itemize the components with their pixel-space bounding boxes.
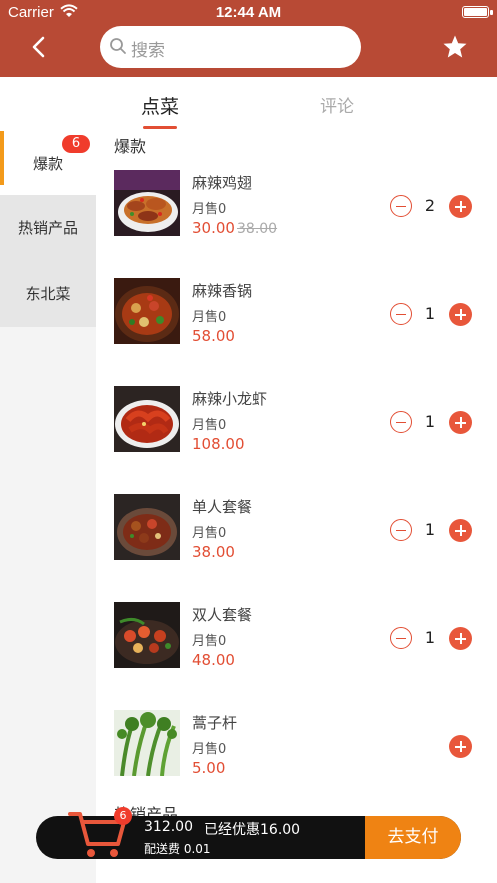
decrease-quantity-button[interactable]	[390, 519, 412, 541]
decrease-quantity-button[interactable]	[390, 303, 412, 325]
dish-photo	[114, 278, 180, 344]
cart-total: 312.00	[144, 819, 193, 835]
decrease-quantity-button[interactable]	[390, 411, 412, 433]
sidebar-item-hot[interactable]: 爆款 6	[0, 131, 96, 195]
checkout-button[interactable]: 去支付	[365, 816, 461, 859]
menu-list[interactable]: 爆款 麻辣鸡翅 月售0 30.00 38.00 2 麻辣香锅 月售0 58.00…	[96, 131, 497, 883]
dish-name: 单人套餐	[192, 498, 253, 516]
menu-item[interactable]: 麻辣香锅 月售0 58.00 1	[96, 278, 497, 386]
dish-name: 蒿子杆	[192, 714, 238, 732]
quantity-value: 1	[424, 520, 436, 539]
original-price: 38.00	[237, 221, 278, 237]
menu-item[interactable]: 麻辣小龙虾 月售0 108.00 1	[96, 386, 497, 494]
tab-bar: 点菜 评论	[96, 77, 497, 131]
increase-quantity-button[interactable]	[449, 411, 472, 434]
increase-quantity-button[interactable]	[449, 195, 472, 218]
sidebar-item-label: 热销产品	[17, 219, 78, 237]
menu-item[interactable]: 单人套餐 月售0 38.00 1	[96, 494, 497, 602]
top-nav-bar: Carrier 12:44 AM 搜索	[0, 0, 497, 77]
dish-name: 麻辣小龙虾	[192, 390, 268, 408]
category-sidebar: 爆款 6 热销产品 东北菜	[0, 131, 96, 883]
tab-reviews[interactable]: 评论	[320, 92, 354, 117]
dish-photo	[114, 494, 180, 560]
dish-price: 48.00	[192, 651, 235, 669]
dish-price: 38.00	[192, 543, 235, 561]
increase-quantity-button[interactable]	[449, 519, 472, 542]
search-icon	[110, 38, 126, 54]
dish-price: 5.00	[192, 759, 226, 777]
search-bar[interactable]: 搜索	[100, 26, 361, 68]
status-bar: Carrier 12:44 AM	[0, 0, 497, 24]
tab-order[interactable]: 点菜	[141, 92, 179, 119]
increase-quantity-button[interactable]	[449, 735, 472, 758]
cart-discount: 已经优惠16.00	[204, 822, 301, 838]
monthly-sales: 月售0	[192, 526, 227, 541]
quantity-value: 1	[424, 412, 436, 431]
dish-photo	[114, 386, 180, 452]
monthly-sales: 月售0	[192, 202, 227, 217]
quantity-value: 1	[424, 304, 436, 323]
dish-price: 30.00	[192, 219, 235, 237]
category-count-badge: 6	[62, 135, 90, 153]
decrease-quantity-button[interactable]	[390, 195, 412, 217]
star-icon[interactable]	[442, 34, 468, 60]
sidebar-item-label: 爆款	[32, 155, 63, 173]
search-placeholder: 搜索	[131, 41, 165, 61]
dish-photo	[114, 602, 180, 668]
menu-item[interactable]: 双人套餐 月售0 48.00 1	[96, 602, 497, 710]
cart-count-badge: 6	[114, 807, 132, 825]
sidebar-item-label: 东北菜	[25, 285, 71, 303]
chevron-left-icon[interactable]	[28, 36, 50, 58]
dish-photo	[114, 170, 180, 236]
increase-quantity-button[interactable]	[449, 303, 472, 326]
dish-name: 麻辣鸡翅	[192, 174, 253, 192]
delivery-fee: 配送费 0.01	[144, 842, 211, 856]
dish-name: 双人套餐	[192, 606, 253, 624]
sidebar-item-northeast[interactable]: 东北菜	[0, 261, 96, 327]
sidebar-item-best-sellers[interactable]: 热销产品	[0, 195, 96, 261]
battery-icon	[462, 6, 493, 18]
dish-name: 麻辣香锅	[192, 282, 253, 300]
decrease-quantity-button[interactable]	[390, 627, 412, 649]
monthly-sales: 月售0	[192, 634, 227, 649]
quantity-value: 1	[424, 628, 436, 647]
increase-quantity-button[interactable]	[449, 627, 472, 650]
menu-item[interactable]: 麻辣鸡翅 月售0 30.00 38.00 2	[96, 170, 497, 278]
dish-price: 58.00	[192, 327, 235, 345]
monthly-sales: 月售0	[192, 310, 227, 325]
monthly-sales: 月售0	[192, 418, 227, 433]
dish-price: 108.00	[192, 435, 245, 453]
section-title: 爆款	[114, 137, 147, 156]
monthly-sales: 月售0	[192, 742, 227, 757]
dish-photo	[114, 710, 180, 776]
quantity-value: 2	[424, 196, 436, 215]
clock: 12:44 AM	[215, 4, 282, 21]
active-tab-indicator	[143, 126, 177, 129]
